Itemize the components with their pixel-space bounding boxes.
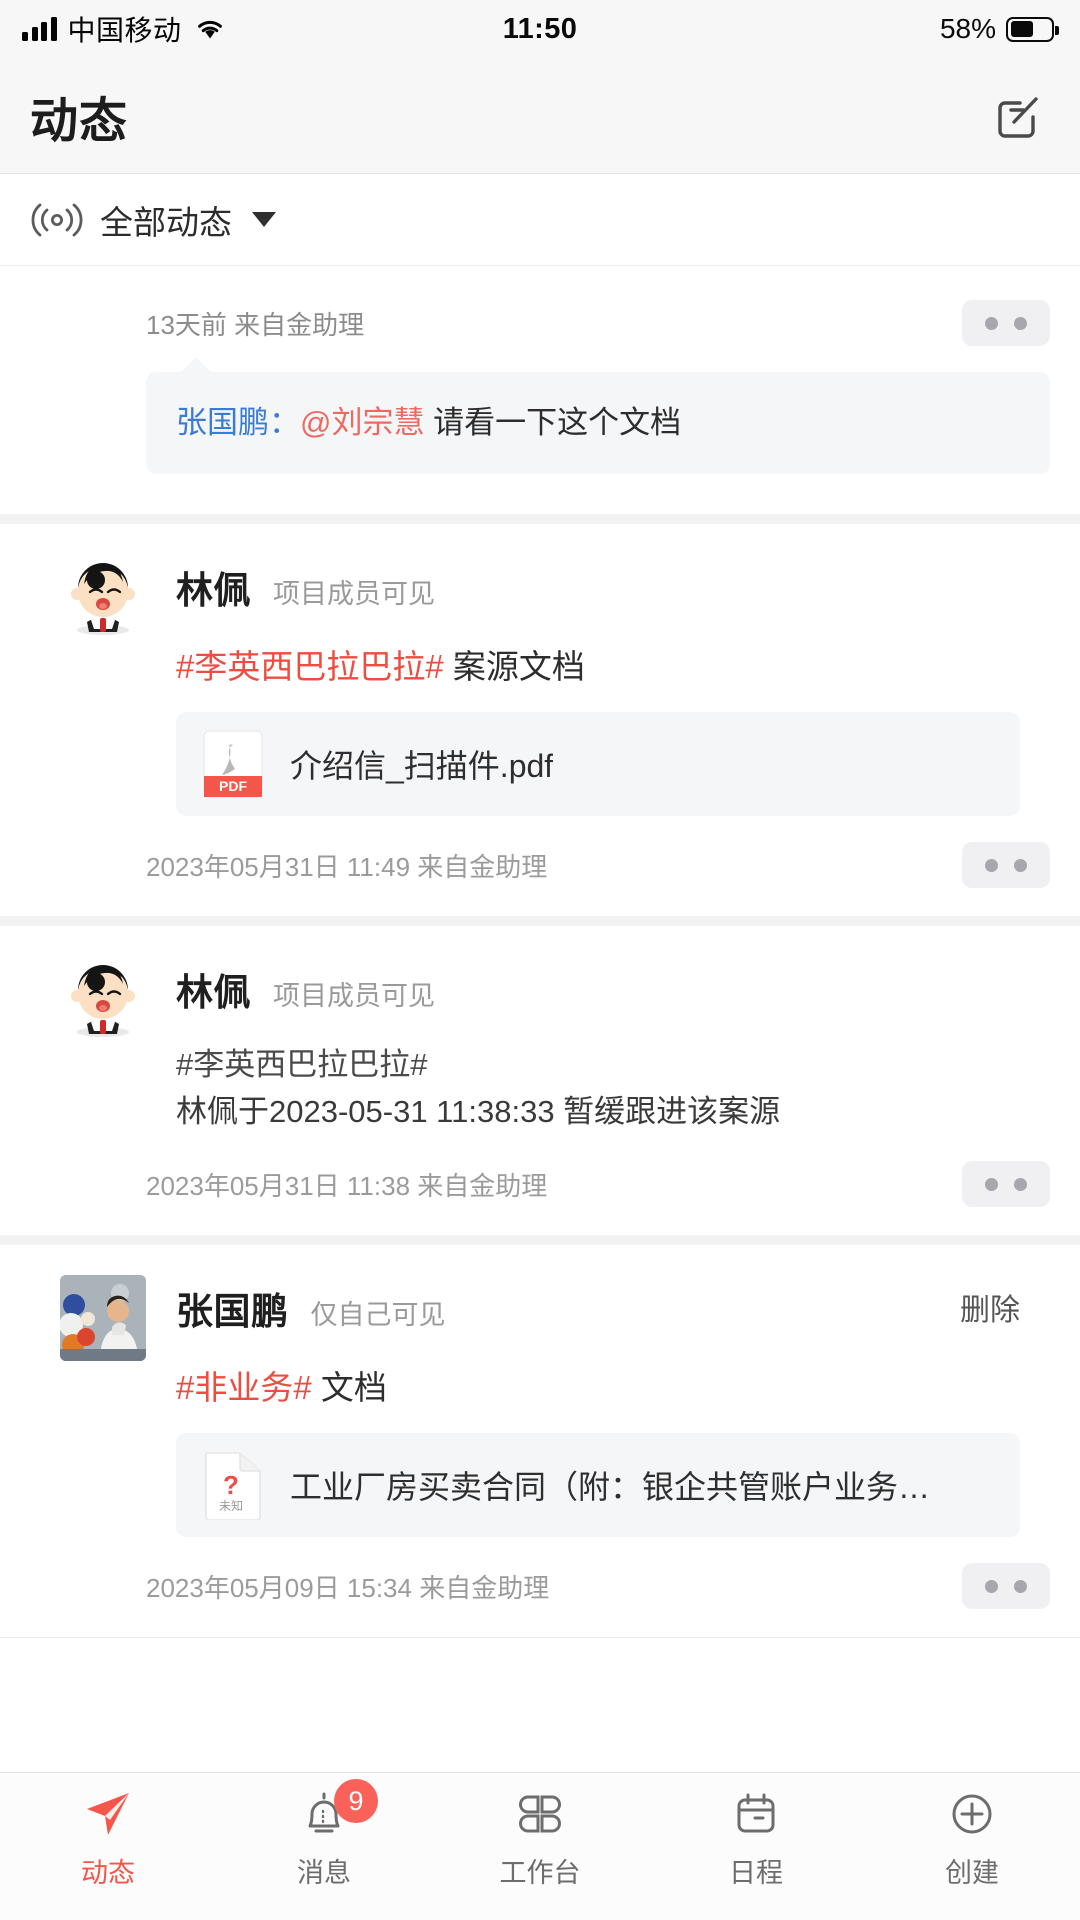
feed-item-post[interactable]: 林佩 项目成员可见 #李英西巴拉巴拉# 案源文档 PDF 介绍信_扫描件.pdf…: [0, 523, 1080, 927]
post-author[interactable]: 张国鹏: [176, 1281, 289, 1335]
post-hashtag[interactable]: #李英西巴拉巴拉#: [176, 1042, 1020, 1089]
avatar[interactable]: [60, 956, 146, 1043]
post-footer: 2023年05月31日 11:38 来自金助理: [30, 1135, 1050, 1235]
post-header: 林佩 项目成员可见: [60, 956, 1020, 1043]
bottom-tab-bar: 动态 9 消息 工作台 日程 创建: [0, 1772, 1080, 1920]
mention-bubble[interactable]: 张国鹏：@刘宗慧 请看一下这个文档: [146, 357, 1050, 474]
post-body: #李英西巴拉巴拉# 林佩于2023-05-31 11:38:33 暂缓跟进该案源: [60, 1042, 1020, 1135]
post-title: #李英西巴拉巴拉# 案源文档: [176, 644, 1020, 690]
post-footer: 2023年05月09日 15:34 来自金助理: [30, 1537, 1050, 1637]
post-timestamp: 2023年05月31日 11:38 来自金助理: [146, 1170, 548, 1201]
post-visibility: 仅自己可见: [310, 1300, 446, 1331]
pdf-file-icon: PDF: [202, 729, 264, 799]
mention-target[interactable]: @刘宗慧: [300, 405, 424, 440]
nav-bar: 动态: [0, 58, 1080, 174]
post-body: #非业务# 文档 ? 未知 工业厂房买卖合同（附：银企共管账户业务…: [60, 1365, 1020, 1538]
page-title: 动态: [30, 94, 129, 148]
grid-apps-icon: [513, 1787, 567, 1841]
post-author[interactable]: 林佩: [176, 962, 251, 1016]
tab-label: 消息: [297, 1858, 351, 1888]
compose-icon[interactable]: [992, 90, 1044, 142]
mention-sender[interactable]: 张国鹏：: [176, 405, 300, 440]
mention-meta-row: 13天前 来自金助理: [30, 300, 1050, 346]
post-text: 林佩于2023-05-31 11:38:33 暂缓跟进该案源: [176, 1093, 781, 1129]
chevron-down-icon: [252, 212, 276, 227]
post-content: 林佩 项目成员可见 #李英西巴拉巴拉# 案源文档 PDF 介绍信_扫描件.pdf: [30, 524, 1050, 817]
tab-dongtai[interactable]: 动态: [0, 1787, 216, 1890]
post-visibility: 项目成员可见: [273, 981, 435, 1012]
post-footer: 2023年05月31日 11:49 来自金助理: [30, 816, 1050, 916]
battery-icon: [1006, 16, 1059, 42]
plus-circle-icon: [945, 1787, 999, 1841]
delete-button[interactable]: 删除: [960, 1275, 1020, 1329]
post-author-block: 林佩 项目成员可见: [176, 956, 435, 1016]
post-author-block: 林佩 项目成员可见: [176, 554, 435, 614]
clock-label: 11:50: [502, 12, 578, 45]
feed-item-post[interactable]: 张国鹏 仅自己可见 删除 #非业务# 文档 ? 未知 工业厂房买卖合同（附：银企…: [0, 1245, 1080, 1639]
avatar[interactable]: [60, 1275, 146, 1362]
tab-chuangjian[interactable]: 创建: [864, 1787, 1080, 1890]
feed-list[interactable]: 13天前 来自金助理 张国鹏：@刘宗慧 请看一下这个文档 林佩 项目成员可见 #…: [0, 266, 1080, 1772]
more-dots-icon[interactable]: [962, 300, 1050, 346]
mention-body: 请看一下这个文档: [433, 405, 682, 440]
more-dots-icon[interactable]: [962, 1161, 1050, 1208]
calendar-icon: [729, 1787, 783, 1841]
tab-richeng[interactable]: 日程: [648, 1787, 864, 1890]
unknown-file-icon: ? 未知: [202, 1450, 264, 1522]
feed-filter-label: 全部动态: [100, 203, 232, 241]
attachment-name[interactable]: 工业厂房买卖合同（附：银企共管账户业务…: [290, 1462, 930, 1508]
feed-filter-bar[interactable]: 全部动态: [0, 174, 1080, 266]
post-body: #李英西巴拉巴拉# 案源文档 PDF 介绍信_扫描件.pdf: [60, 644, 1020, 817]
more-dots-icon[interactable]: [962, 1563, 1050, 1610]
paper-plane-icon: [81, 1787, 135, 1841]
tab-label: 工作台: [499, 1858, 581, 1888]
post-header: 张国鹏 仅自己可见 删除: [60, 1275, 1020, 1362]
post-title-rest: 案源文档: [452, 647, 585, 685]
post-author-block: 张国鹏 仅自己可见: [176, 1275, 446, 1335]
post-timestamp: 2023年05月09日 15:34 来自金助理: [146, 1572, 550, 1603]
attachment-card[interactable]: ? 未知 工业厂房买卖合同（附：银企共管账户业务…: [176, 1433, 1020, 1538]
tab-xiaoxi[interactable]: 9 消息: [216, 1779, 432, 1890]
app-screen: 中国移动 11:50 58% 动态 全部动态 13天前 来自金助理 张国鹏：@刘…: [0, 0, 1080, 1920]
feed-item-post[interactable]: 林佩 项目成员可见 #李英西巴拉巴拉# 林佩于2023-05-31 11:38:…: [0, 926, 1080, 1246]
feed-item-mention[interactable]: 13天前 来自金助理 张国鹏：@刘宗慧 请看一下这个文档: [0, 266, 1080, 524]
status-bar: 中国移动 11:50 58%: [0, 0, 1080, 58]
post-hashtag[interactable]: #非业务#: [176, 1369, 312, 1406]
attachment-card[interactable]: PDF 介绍信_扫描件.pdf: [176, 712, 1020, 817]
svg-text:未知: 未知: [219, 1499, 243, 1513]
broadcast-icon: [30, 200, 84, 240]
tab-label: 日程: [729, 1858, 783, 1888]
post-content: 林佩 项目成员可见 #李英西巴拉巴拉# 林佩于2023-05-31 11:38:…: [30, 926, 1050, 1135]
mention-timestamp: 13天前 来自金助理: [146, 309, 365, 340]
post-title: #非业务# 文档: [176, 1365, 1020, 1411]
tab-label: 动态: [81, 1858, 135, 1888]
tab-gongzuotai[interactable]: 工作台: [432, 1787, 648, 1890]
post-content: 张国鹏 仅自己可见 删除 #非业务# 文档 ? 未知 工业厂房买卖合同（附：银企…: [30, 1245, 1050, 1538]
more-dots-icon[interactable]: [962, 842, 1050, 889]
post-hashtag[interactable]: #李英西巴拉巴拉#: [176, 648, 444, 685]
message-badge: 9: [334, 1779, 378, 1823]
post-author[interactable]: 林佩: [176, 560, 251, 614]
post-timestamp: 2023年05月31日 11:49 来自金助理: [146, 851, 548, 882]
tab-label: 创建: [945, 1858, 999, 1888]
attachment-name[interactable]: 介绍信_扫描件.pdf: [290, 741, 553, 787]
svg-text:?: ?: [223, 1470, 239, 1500]
post-visibility: 项目成员可见: [273, 578, 435, 609]
post-header: 林佩 项目成员可见: [60, 553, 1020, 640]
avatar[interactable]: [60, 553, 146, 640]
svg-text:PDF: PDF: [219, 778, 247, 794]
post-title-rest: 文档: [320, 1369, 387, 1407]
